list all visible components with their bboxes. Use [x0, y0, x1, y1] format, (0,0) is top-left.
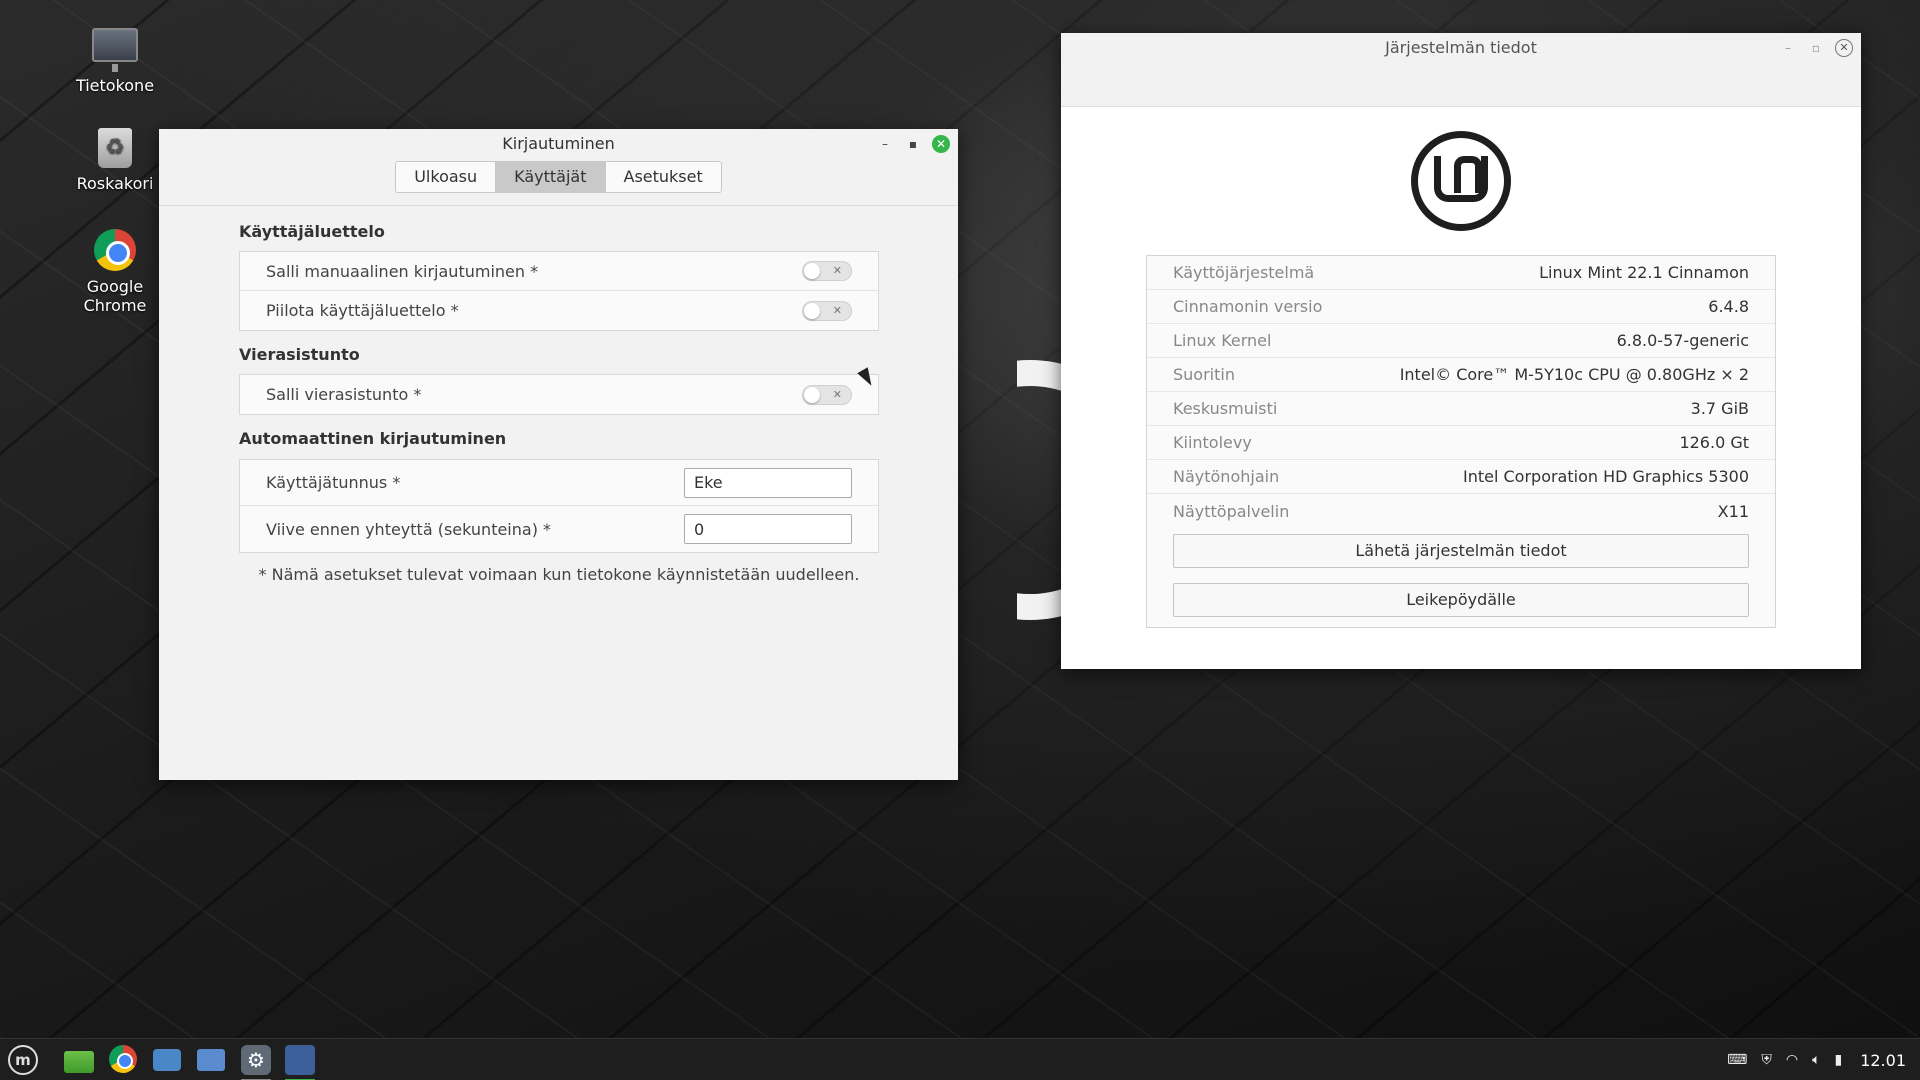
user-list-group: Salli manuaalinen kirjautuminen * ✕ Piil…: [239, 251, 879, 331]
row-label: Piilota käyttäjäluettelo *: [266, 301, 459, 320]
row-label: Salli manuaalinen kirjautuminen *: [266, 261, 539, 281]
system-tray: ⌨ ⛨ ◠ 🔈︎ ▮ 12.01: [1727, 1039, 1906, 1080]
screenshot-launcher-icon[interactable]: [153, 1049, 181, 1071]
minimize-button[interactable]: –: [1779, 39, 1797, 57]
allow-manual-login-toggle[interactable]: ✕: [802, 261, 852, 281]
section-title-user-list: Käyttäjäluettelo: [239, 222, 385, 241]
info-value: 6.4.8: [1708, 297, 1749, 316]
info-key: Näytönohjain: [1173, 467, 1280, 486]
keyboard-icon[interactable]: ⌨: [1727, 1052, 1747, 1068]
login-settings-body: Käyttäjäluettelo Salli manuaalinen kirja…: [159, 205, 958, 780]
tab-users[interactable]: Käyttäjät: [496, 161, 606, 193]
sysinfo-window: Järjestelmän tiedot – ▫ ✕ Käyttöjärjeste…: [1061, 33, 1861, 669]
row-allow-manual-login: Salli manuaalinen kirjautuminen * ✕: [240, 252, 878, 291]
row-username: Käyttäjätunnus *: [240, 460, 878, 506]
login-window-taskbar-icon[interactable]: [285, 1045, 315, 1080]
hide-user-list-toggle[interactable]: ✕: [802, 300, 852, 321]
guest-group: Salli vierasistunto * ✕: [239, 374, 879, 415]
info-key: Kiintolevy: [1173, 433, 1252, 452]
chrome-icon: [94, 229, 136, 271]
info-row-cpu: Suoritin Intel© Core™ M-5Y10c CPU @ 0.80G…: [1147, 358, 1775, 392]
shield-icon[interactable]: ⛨: [1761, 1052, 1772, 1068]
info-row-kernel: Linux Kernel 6.8.0-57-generic: [1147, 324, 1775, 358]
info-row-memory: Keskusmuisti 3.7 GiB: [1147, 392, 1775, 426]
desktop-icon-label: Tietokone: [75, 76, 155, 95]
allow-guest-toggle[interactable]: ✕: [802, 384, 852, 405]
mail-launcher-icon[interactable]: [197, 1049, 225, 1071]
upload-sysinfo-button[interactable]: Lähetä järjestelmän tiedot: [1173, 534, 1749, 568]
row-hide-user-list: Piilota käyttäjäluettelo * ✕: [240, 291, 878, 330]
info-key: Käyttöjärjestelmä: [1173, 263, 1315, 282]
info-value: Intel Corporation HD Graphics 5300: [1462, 467, 1749, 486]
info-row-disk: Kiintolevy 126.0 Gt: [1147, 426, 1775, 460]
info-value: Linux Mint 22.1 Cinnamon: [1539, 263, 1749, 282]
row-label: Viive ennen yhteyttä (sekunteina) *: [266, 519, 552, 539]
sysinfo-titlebar[interactable]: Järjestelmän tiedot – ▫ ✕: [1061, 33, 1861, 107]
taskbar: m ⚙ ⌨ ⛨ ◠ 🔈︎ ▮ 12.01: [0, 1038, 1920, 1080]
info-row-os: Käyttöjärjestelmä Linux Mint 22.1 Cinnamo…: [1147, 256, 1775, 290]
settings-launcher-icon[interactable]: ⚙: [241, 1045, 271, 1080]
tab-bar: Ulkoasu Käyttäjät Asetukset: [159, 161, 958, 193]
restart-note: * Nämä asetukset tulevat voimaan kun tie…: [258, 565, 860, 584]
row-label: Salli vierasistunto *: [266, 385, 422, 404]
username-input[interactable]: [684, 467, 852, 498]
desktop-icon-computer[interactable]: Tietokone: [60, 28, 170, 95]
desktop-icon-label: Roskakori: [76, 174, 154, 193]
computer-icon: [92, 28, 138, 72]
window-title: Järjestelmän tiedot: [1385, 38, 1537, 57]
login-window: Kirjautuminen – ▪ ✕ Ulkoasu Käyttäjät As…: [159, 129, 958, 780]
trash-icon: ♻: [98, 128, 132, 168]
maximize-button[interactable]: ▪: [904, 135, 922, 153]
clock[interactable]: 12.01: [1860, 1051, 1906, 1070]
info-row-gpu: Näytönohjain Intel Corporation HD Graphic…: [1147, 460, 1775, 494]
battery-icon[interactable]: ▮: [1834, 1052, 1842, 1068]
info-row-cinnamon: Cinnamonin versio 6.4.8: [1147, 290, 1775, 324]
info-key: Suoritin: [1173, 365, 1235, 384]
minimize-button[interactable]: –: [876, 135, 894, 153]
info-key: Linux Kernel: [1173, 331, 1272, 350]
tab-appearance[interactable]: Ulkoasu: [395, 161, 497, 193]
login-titlebar[interactable]: Kirjautuminen – ▪ ✕: [159, 129, 958, 159]
close-button[interactable]: ✕: [1835, 39, 1853, 57]
volume-icon[interactable]: 🔈︎: [1812, 1052, 1820, 1068]
login-delay-input[interactable]: [684, 514, 852, 544]
desktop-icon-chrome[interactable]: Google Chrome: [60, 229, 170, 315]
system-info-list: Käyttöjärjestelmä Linux Mint 22.1 Cinnamo…: [1146, 255, 1776, 628]
linux-mint-logo: [1411, 131, 1511, 231]
info-value: Intel© Core™ M-5Y10c CPU @ 0.80GHz × 2: [1399, 365, 1749, 384]
info-value: 126.0 Gt: [1679, 433, 1749, 452]
info-value: X11: [1717, 501, 1749, 521]
maximize-button[interactable]: ▫: [1807, 39, 1825, 57]
files-launcher-icon[interactable]: [64, 1051, 94, 1073]
section-title-guest: Vierasistunto: [239, 345, 360, 364]
window-title: Kirjautuminen: [502, 134, 615, 153]
chrome-launcher-icon[interactable]: [109, 1045, 137, 1073]
wifi-icon[interactable]: ◠: [1786, 1052, 1798, 1068]
info-key: Näyttöpalvelin: [1173, 501, 1290, 521]
info-row-display-server: Näyttöpalvelin X11: [1147, 494, 1775, 528]
info-value: 6.8.0-57-generic: [1616, 331, 1749, 350]
section-title-auto-login: Automaattinen kirjautuminen: [239, 429, 507, 448]
row-login-delay: Viive ennen yhteyttä (sekunteina) *: [240, 506, 878, 552]
desktop-icon-label: Google Chrome: [83, 277, 147, 315]
close-button[interactable]: ✕: [932, 135, 950, 153]
info-key: Keskusmuisti: [1173, 399, 1278, 418]
row-label: Käyttäjätunnus *: [266, 473, 401, 492]
copy-to-clipboard-button[interactable]: Leikepöydälle: [1173, 583, 1749, 617]
auto-login-group: Käyttäjätunnus * Viive ennen yhteyttä (s…: [239, 459, 879, 553]
desktop-icon-trash[interactable]: ♻ Roskakori: [60, 128, 170, 193]
info-value: 3.7 GiB: [1690, 399, 1749, 418]
tab-settings[interactable]: Asetukset: [605, 161, 722, 193]
mint-menu-button[interactable]: m: [8, 1045, 38, 1075]
row-allow-guest: Salli vierasistunto * ✕: [240, 375, 878, 414]
info-key: Cinnamonin versio: [1173, 297, 1323, 316]
